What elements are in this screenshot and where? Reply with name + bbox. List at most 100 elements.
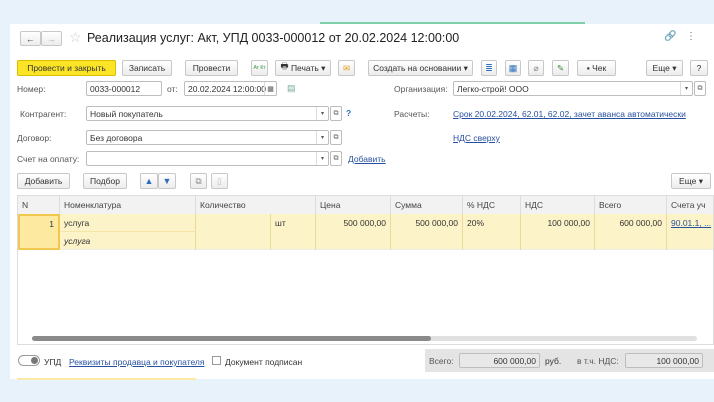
chevron-down-icon: ▾: [318, 62, 326, 73]
cell-price[interactable]: 500 000,00: [316, 214, 391, 250]
col-header-price[interactable]: Цена: [316, 196, 391, 214]
back-button[interactable]: ←: [20, 31, 41, 46]
open-icon[interactable]: ⧉: [330, 106, 342, 121]
more-button[interactable]: Еще ▾: [646, 60, 683, 76]
forward-button[interactable]: →: [41, 31, 62, 46]
cell-vat[interactable]: 100 000,00: [521, 214, 595, 250]
vat-total-value: 100 000,00: [625, 353, 703, 368]
invoice-input[interactable]: ▾: [86, 151, 329, 166]
cell-n[interactable]: 1: [18, 214, 60, 250]
col-header-qty[interactable]: Количество: [196, 196, 316, 214]
post-button[interactable]: Провести: [185, 60, 238, 76]
help-button[interactable]: ?: [690, 60, 708, 76]
cell-item-sub[interactable]: услуга: [60, 232, 196, 250]
arrow-down-icon[interactable]: ▼: [158, 173, 176, 189]
horizontal-scrollbar[interactable]: [32, 336, 697, 341]
help-icon[interactable]: ?: [346, 108, 351, 118]
open-icon[interactable]: ⧉: [694, 81, 706, 96]
print-label: Печать: [290, 63, 319, 73]
page-title: Реализация услуг: Акт, УПД 0033-000012 о…: [87, 31, 460, 45]
calendar-icon[interactable]: ▦: [264, 82, 276, 95]
dropdown-icon[interactable]: ▾: [680, 82, 692, 95]
signed-label: Документ подписан: [225, 357, 303, 367]
settlements-link[interactable]: Срок 20.02.2024, 62.01, 62.02, зачет ава…: [453, 109, 686, 119]
invoice-label: Счет на оплату:: [17, 154, 80, 164]
open-icon[interactable]: ⧉: [330, 151, 342, 166]
total-value: 600 000,00: [459, 353, 540, 368]
date-value: 20.02.2024 12:00:00: [188, 83, 266, 94]
goods-table: N Номенклатура Количество Цена Сумма % Н…: [17, 195, 714, 345]
contract-input[interactable]: Без договора ▾: [86, 130, 329, 145]
col-header-n[interactable]: N: [18, 196, 60, 214]
organization-input[interactable]: Легко-строй! ООО ▾: [453, 81, 693, 96]
scrollbar-thumb[interactable]: [32, 336, 431, 341]
arrow-up-icon[interactable]: ▲: [140, 173, 158, 189]
create-based-on-button[interactable]: Создать на основании ▾: [368, 60, 473, 76]
col-header-accounts[interactable]: Счета уч: [667, 196, 713, 214]
cell-qty[interactable]: [196, 214, 271, 250]
copy-icon[interactable]: ⧉: [190, 173, 207, 189]
counterparty-label: Контрагент:: [20, 109, 67, 119]
counterparty-value: Новый покупатель: [90, 108, 163, 119]
col-header-vat-rate[interactable]: % НДС: [463, 196, 521, 214]
totals-panel: Всего: 600 000,00 руб. в т.ч. НДС: 100 0…: [425, 349, 714, 372]
contract-label: Договор:: [17, 133, 52, 143]
cell-sum[interactable]: 500 000,00: [391, 214, 463, 250]
post-and-close-button[interactable]: Провести и закрыть: [17, 60, 116, 76]
paste-icon[interactable]: ▯: [211, 173, 228, 189]
invoice-add-link[interactable]: Добавить: [348, 154, 386, 164]
dropdown-icon[interactable]: ▾: [316, 131, 328, 144]
cell-vat-rate[interactable]: 20%: [463, 214, 521, 250]
organization-label: Организация:: [394, 84, 448, 94]
organization-value: Легко-строй! ООО: [457, 83, 529, 94]
number-input[interactable]: 0033-000012: [86, 81, 162, 96]
check-button[interactable]: ▪ Чек: [577, 60, 616, 76]
check-label: Чек: [592, 63, 607, 73]
currency-label: руб.: [545, 356, 562, 366]
signed-checkbox[interactable]: [212, 356, 221, 365]
list-icon[interactable]: ≣: [481, 60, 497, 76]
cell-accounts[interactable]: 90.01.1, ...: [667, 214, 713, 250]
paperclip-icon[interactable]: ⌀: [528, 60, 544, 76]
col-header-total[interactable]: Всего: [595, 196, 667, 214]
total-label: Всего:: [429, 356, 454, 366]
more-menu-icon[interactable]: ⋮: [686, 31, 696, 42]
col-header-sum[interactable]: Сумма: [391, 196, 463, 214]
print-button[interactable]: 🖶 Печать ▾: [275, 60, 331, 76]
save-button[interactable]: Записать: [122, 60, 172, 76]
date-input[interactable]: 20.02.2024 12:00:00 ▦: [184, 81, 277, 96]
structure-icon[interactable]: ▦: [505, 60, 521, 76]
col-header-item[interactable]: Номенклатура: [60, 196, 196, 214]
vat-on-top-link[interactable]: НДС сверху: [453, 133, 500, 143]
star-icon[interactable]: ☆: [69, 29, 82, 46]
pick-button[interactable]: Подбор: [83, 173, 127, 189]
document-check-icon[interactable]: ▤: [287, 83, 296, 94]
contract-value: Без договора: [90, 132, 143, 143]
upd-toggle[interactable]: [18, 355, 40, 366]
vat-total-label: в т.ч. НДС:: [577, 356, 619, 366]
chevron-down-icon: ▾: [461, 62, 468, 73]
cell-item[interactable]: услуга: [60, 214, 196, 232]
dropdown-icon[interactable]: ▾: [316, 107, 328, 120]
table-row[interactable]: 1 услуга услуга шт 500 000,00 500 000,00…: [18, 214, 713, 250]
link-icon[interactable]: 🔗: [664, 31, 676, 42]
envelope-button[interactable]: ✉: [338, 60, 355, 76]
col-header-vat[interactable]: НДС: [521, 196, 595, 214]
create-based-label: Создать на основании: [373, 63, 462, 73]
printer-icon: 🖶: [280, 61, 291, 71]
more-label: Еще: [679, 176, 697, 186]
number-label: Номер:: [17, 84, 46, 94]
pen-icon[interactable]: ✎: [552, 60, 569, 76]
counterparty-input[interactable]: Новый покупатель ▾: [86, 106, 329, 121]
status-line: [17, 378, 196, 380]
cell-total[interactable]: 600 000,00: [595, 214, 667, 250]
open-icon[interactable]: ⧉: [330, 130, 342, 145]
dt-kt-button[interactable]: Ат Кт: [251, 60, 268, 76]
requisites-link[interactable]: Реквизиты продавца и покупателя: [69, 357, 205, 367]
add-row-button[interactable]: Добавить: [17, 173, 70, 189]
dropdown-icon[interactable]: ▾: [316, 152, 328, 165]
date-label: от:: [167, 84, 178, 94]
table-more-button[interactable]: Еще ▾: [671, 173, 711, 189]
cell-unit[interactable]: шт: [271, 214, 316, 250]
upd-label: УПД: [44, 357, 62, 367]
